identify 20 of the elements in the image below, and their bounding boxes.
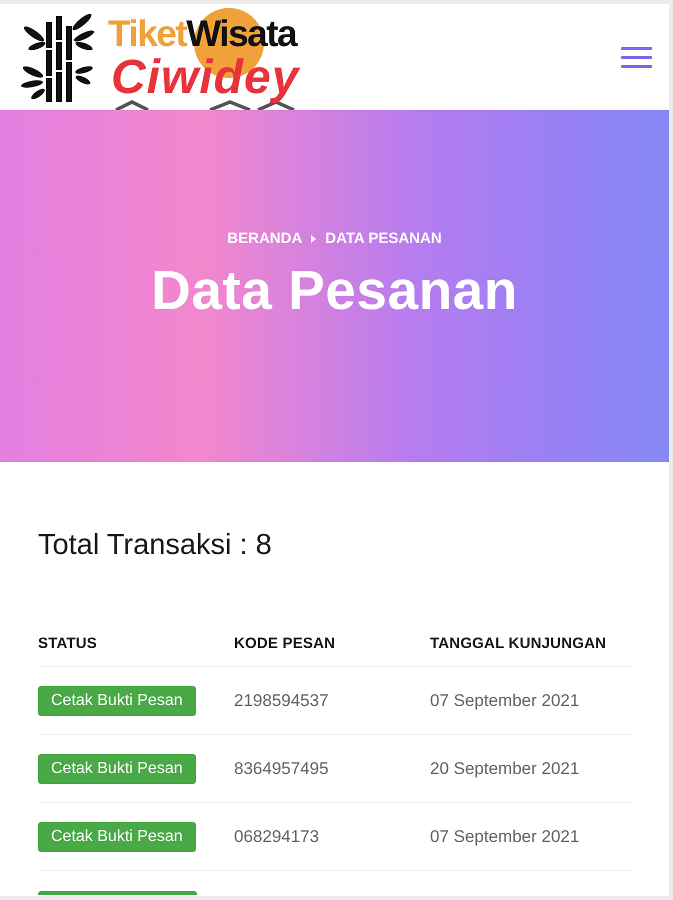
table-cell-text: 068294173: [234, 826, 320, 846]
breadcrumb-link[interactable]: BERANDA: [227, 230, 302, 248]
print-receipt-button[interactable]: Cetak Bukti Pesan: [38, 754, 196, 784]
table-cell-text: 20 September 2021: [430, 758, 580, 778]
column-header: STATUS: [38, 634, 98, 652]
table-cell-text: 07 September 2021: [430, 826, 580, 846]
logo-subtitle: Ciwidey: [110, 50, 302, 105]
breadcrumb-link[interactable]: DATA PESANAN: [325, 230, 442, 248]
column-header: TANGGAL KUNJUNGAN: [430, 634, 608, 652]
logo-word: Tiket: [108, 18, 186, 50]
page-title: Data Pesanan: [151, 260, 518, 320]
total-transactions: Total Transaksi : 8: [38, 528, 273, 562]
table-cell-text: 2198594537: [234, 690, 330, 710]
table-cell-text: 07 September 2021: [430, 690, 580, 710]
print-receipt-button[interactable]: Cetak Bukti Pesan: [38, 686, 196, 716]
table-cell-text: 8364957495: [234, 758, 330, 778]
print-receipt-button[interactable]: Cetak Bukti Pesan: [38, 822, 196, 852]
caret-icon: [311, 235, 316, 243]
column-header: KODE PESAN: [234, 634, 336, 652]
menu-icon[interactable]: [621, 47, 652, 68]
